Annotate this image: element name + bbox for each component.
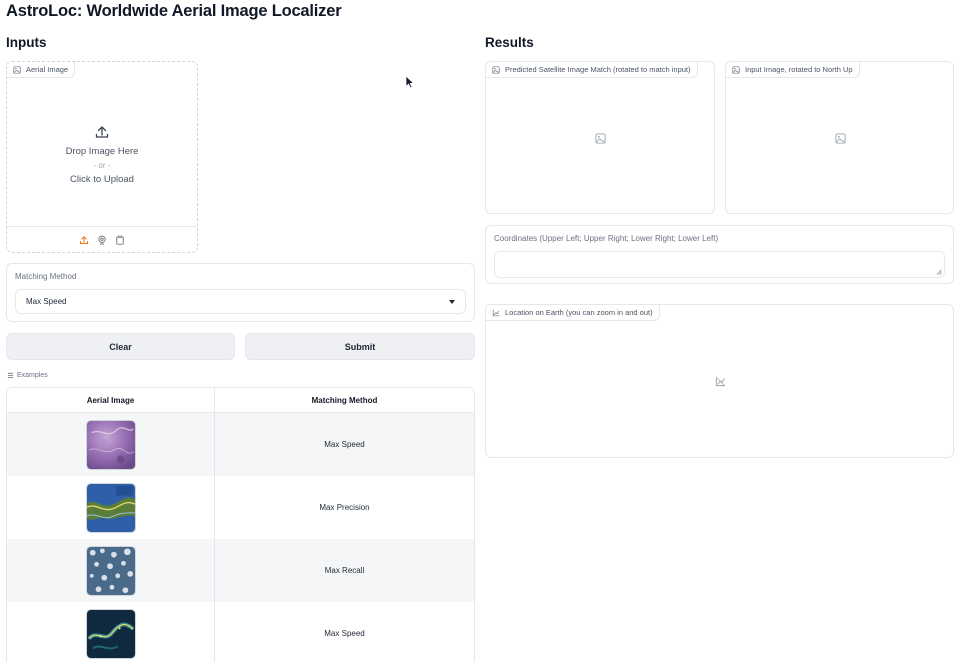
matching-method-value: Max Speed	[26, 297, 67, 306]
upload-arrow-icon	[95, 125, 109, 138]
example-thumbnail[interactable]	[85, 545, 136, 596]
example-thumbnail[interactable]	[85, 608, 136, 659]
dropdown-caret-icon	[449, 299, 455, 304]
examples-label: Examples	[7, 372, 48, 379]
upload-sources	[7, 226, 197, 252]
image-icon	[492, 65, 500, 74]
image-placeholder-icon	[595, 132, 606, 144]
examples-header: Aerial Image Matching Method	[7, 388, 474, 413]
example-method[interactable]: Max Precision	[215, 476, 474, 539]
mouse-cursor-icon	[405, 75, 415, 89]
location-map-label: Location on Earth (you can zoom in and o…	[486, 305, 660, 321]
matching-method-block: Matching Method Max Speed	[6, 263, 475, 322]
inputs-heading: Inputs	[6, 35, 47, 50]
resize-grip-icon[interactable]	[936, 269, 942, 275]
aerial-image-label: Aerial Image	[7, 62, 76, 78]
example-row[interactable]: Max Precision	[7, 476, 474, 539]
predicted-match-label: Predicted Satellite Image Match (rotated…	[486, 62, 698, 78]
image-icon	[732, 65, 740, 74]
drop-text: Drop Image Here	[65, 145, 139, 157]
submit-button[interactable]: Submit	[245, 333, 475, 360]
upload-icon[interactable]	[78, 234, 90, 246]
aerial-image-upload[interactable]: Aerial Image Drop Image Here - or - Clic…	[6, 61, 198, 253]
results-heading: Results	[485, 35, 534, 50]
webcam-icon[interactable]	[96, 234, 108, 246]
list-icon	[7, 372, 14, 379]
image-icon	[13, 65, 21, 74]
plot-placeholder-icon	[715, 376, 725, 387]
example-row[interactable]: Max Speed	[7, 602, 474, 662]
clear-button[interactable]: Clear	[6, 333, 235, 360]
example-thumbnail[interactable]	[85, 419, 136, 470]
click-to-upload-text: Click to Upload	[70, 173, 134, 185]
example-row[interactable]: Max Recall	[7, 539, 474, 602]
image-placeholder-icon	[834, 132, 846, 144]
coordinates-block: Coordinates (Upper Left; Upper Right; Lo…	[485, 225, 954, 284]
coordinates-textbox[interactable]	[494, 251, 945, 278]
input-rotated-label: Input Image, rotated to North Up	[726, 62, 860, 78]
column-header-matching-method: Matching Method	[311, 395, 378, 405]
example-method[interactable]: Max Recall	[215, 539, 474, 602]
or-text: - or -	[93, 160, 111, 170]
input-rotated-image: Input Image, rotated to North Up	[725, 61, 954, 214]
chart-icon	[492, 309, 500, 316]
clipboard-icon[interactable]	[114, 234, 126, 246]
example-method[interactable]: Max Speed	[215, 602, 474, 662]
column-header-aerial-image: Aerial Image	[7, 388, 215, 412]
matching-method-label: Matching Method	[15, 272, 77, 281]
example-method[interactable]: Max Speed	[215, 413, 474, 476]
example-row[interactable]: Max Speed	[7, 413, 474, 476]
location-map[interactable]: Location on Earth (you can zoom in and o…	[485, 304, 954, 458]
app-title: AstroLoc: Worldwide Aerial Image Localiz…	[6, 2, 342, 20]
matching-method-dropdown[interactable]: Max Speed	[15, 289, 466, 314]
example-thumbnail[interactable]	[85, 482, 136, 533]
coordinates-label: Coordinates (Upper Left; Upper Right; Lo…	[494, 234, 719, 243]
predicted-match-image: Predicted Satellite Image Match (rotated…	[485, 61, 715, 214]
examples-table: Aerial Image Matching Method Max Speed M…	[6, 387, 475, 662]
upload-dropzone[interactable]: Drop Image Here - or - Click to Upload	[7, 82, 197, 226]
